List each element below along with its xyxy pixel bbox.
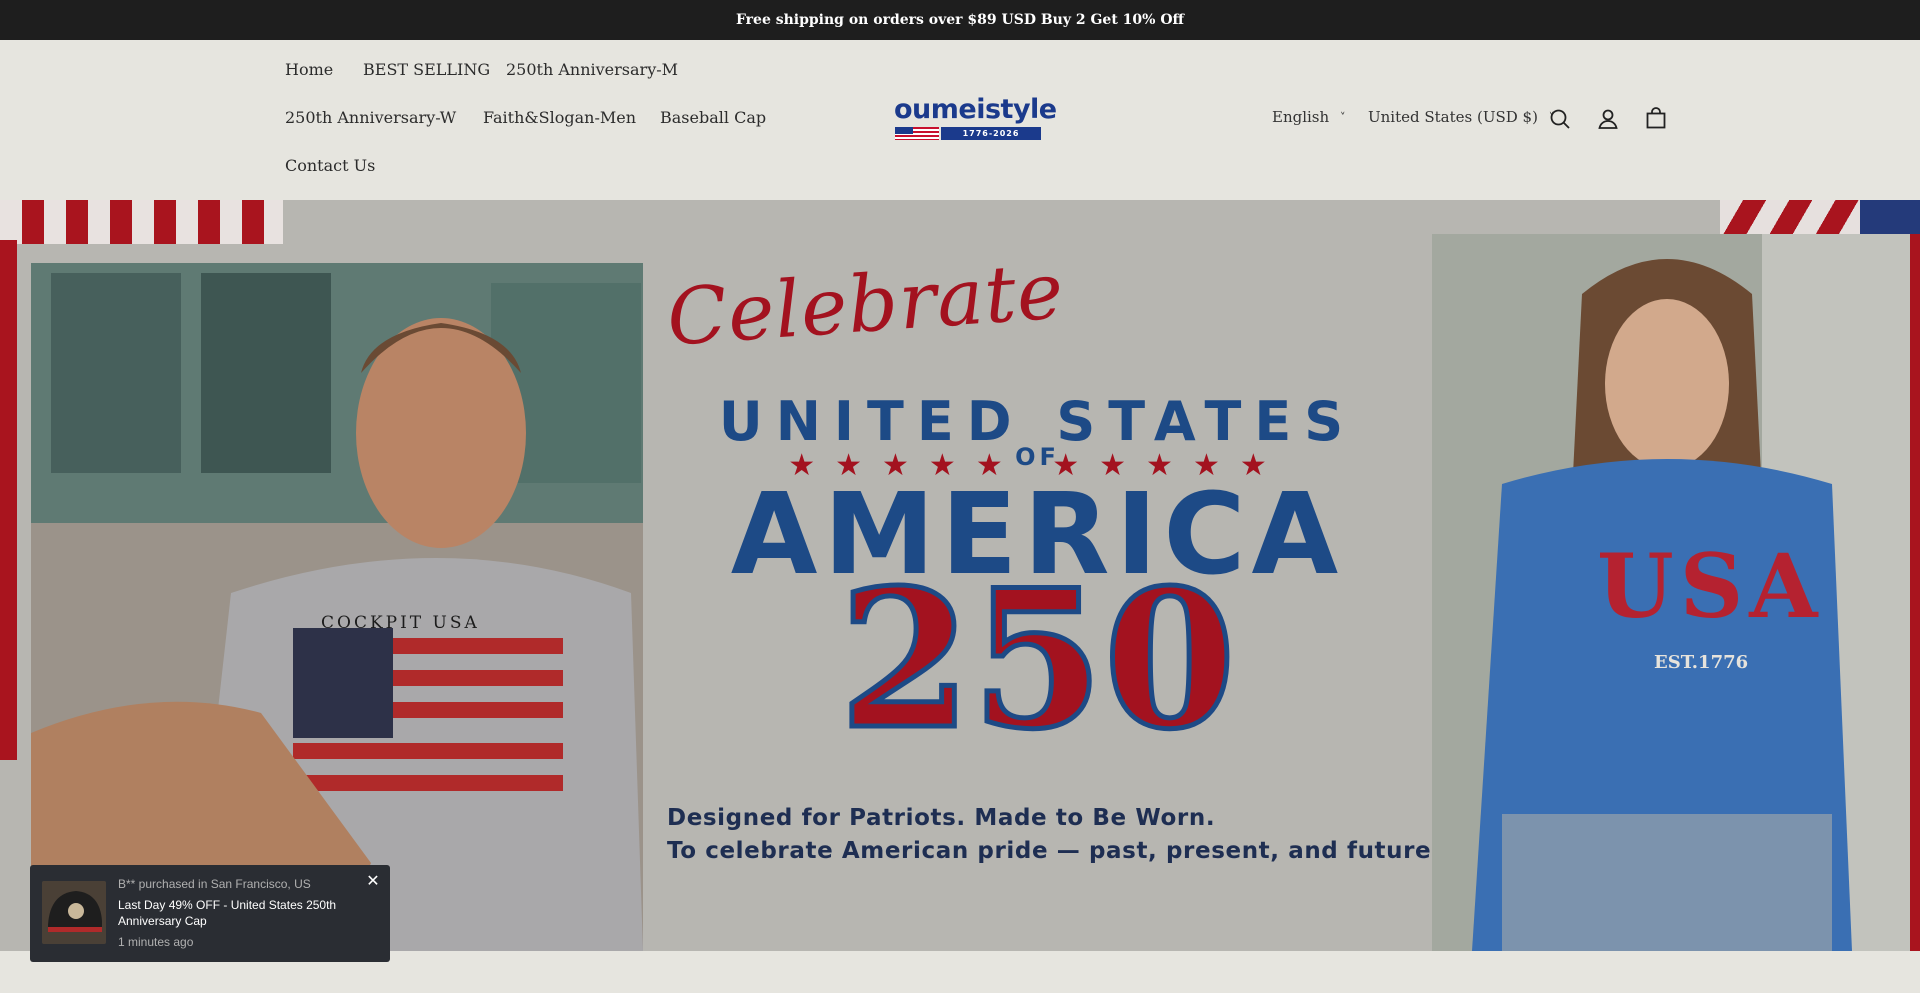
- right-shirt-sub: EST.1776: [1654, 652, 1749, 673]
- product-thumbnail: [42, 881, 106, 944]
- hero-photo-man: COCKPIT USA: [31, 263, 643, 951]
- right-shirt-text: USA: [1597, 534, 1824, 638]
- currency-label: United States (USD $): [1368, 108, 1538, 126]
- language-selector[interactable]: English ˅: [1272, 108, 1345, 126]
- nav-item-best-selling[interactable]: BEST SELLING: [363, 60, 490, 79]
- hero-celebrate: Celebrate: [664, 246, 1067, 364]
- site-header: Home BEST SELLING 250th Anniversary-M 25…: [0, 40, 1920, 200]
- logo-wordmark: oumeistyle: [894, 94, 1057, 125]
- nav-item-faith-slogan-men[interactable]: Faith&Slogan-Men: [483, 108, 636, 127]
- close-icon[interactable]: ✕: [364, 873, 382, 891]
- nav-item-250th-anniversary-m[interactable]: 250th Anniversary-M: [506, 60, 678, 79]
- announcement-text: Free shipping on orders over $89 USD Buy…: [735, 12, 1185, 28]
- search-icon[interactable]: [1548, 107, 1572, 131]
- hero-tagline-1: Designed for Patriots. Made to Be Worn.: [667, 805, 1216, 831]
- nav-item-baseball-cap[interactable]: Baseball Cap: [660, 108, 766, 127]
- recent-purchase-popup[interactable]: B** purchased in San Francisco, US Last …: [30, 865, 390, 962]
- flag-stripe-decoration: [1910, 234, 1920, 951]
- popup-time: 1 minutes ago: [118, 935, 194, 949]
- nav-item-home[interactable]: Home: [285, 60, 333, 79]
- flag-stripes-decoration: [1720, 200, 1920, 234]
- flag-stripe-decoration: [0, 240, 17, 760]
- language-label: English: [1272, 108, 1330, 126]
- nav-item-contact-us[interactable]: Contact Us: [285, 156, 375, 175]
- flag-icon: [895, 127, 939, 140]
- hero-tagline-2: To celebrate American pride — past, pres…: [667, 838, 1441, 864]
- left-shirt-text: COCKPIT USA: [321, 613, 480, 633]
- bag-icon[interactable]: [1644, 106, 1668, 130]
- logo-years: 1776-2026: [941, 127, 1041, 140]
- hero-banner[interactable]: COCKPIT USA Celebrate UNITED STATES ★★★★…: [0, 200, 1920, 951]
- nav-item-250th-anniversary-w[interactable]: 250th Anniversary-W: [285, 108, 456, 127]
- hero-of: OF: [1015, 443, 1060, 471]
- user-icon[interactable]: [1596, 107, 1620, 131]
- hero-photo-woman: USA EST.1776: [1432, 234, 1910, 951]
- flag-stripes-decoration: [0, 200, 283, 244]
- announcement-bar: Free shipping on orders over $89 USD Buy…: [0, 0, 1920, 40]
- hero-250: 250: [837, 548, 1239, 771]
- popup-product[interactable]: Last Day 49% OFF - United States 250th A…: [118, 897, 358, 929]
- chevron-down-icon: ˅: [1339, 111, 1346, 124]
- hero-text-panel: Celebrate UNITED STATES ★★★★★ ★★★★★ OF A…: [643, 200, 1440, 951]
- currency-selector[interactable]: United States (USD $) ˅: [1368, 108, 1554, 126]
- site-logo[interactable]: oumeistyle 1776-2026: [894, 94, 1057, 142]
- popup-customer: B** purchased in San Francisco, US: [118, 877, 311, 891]
